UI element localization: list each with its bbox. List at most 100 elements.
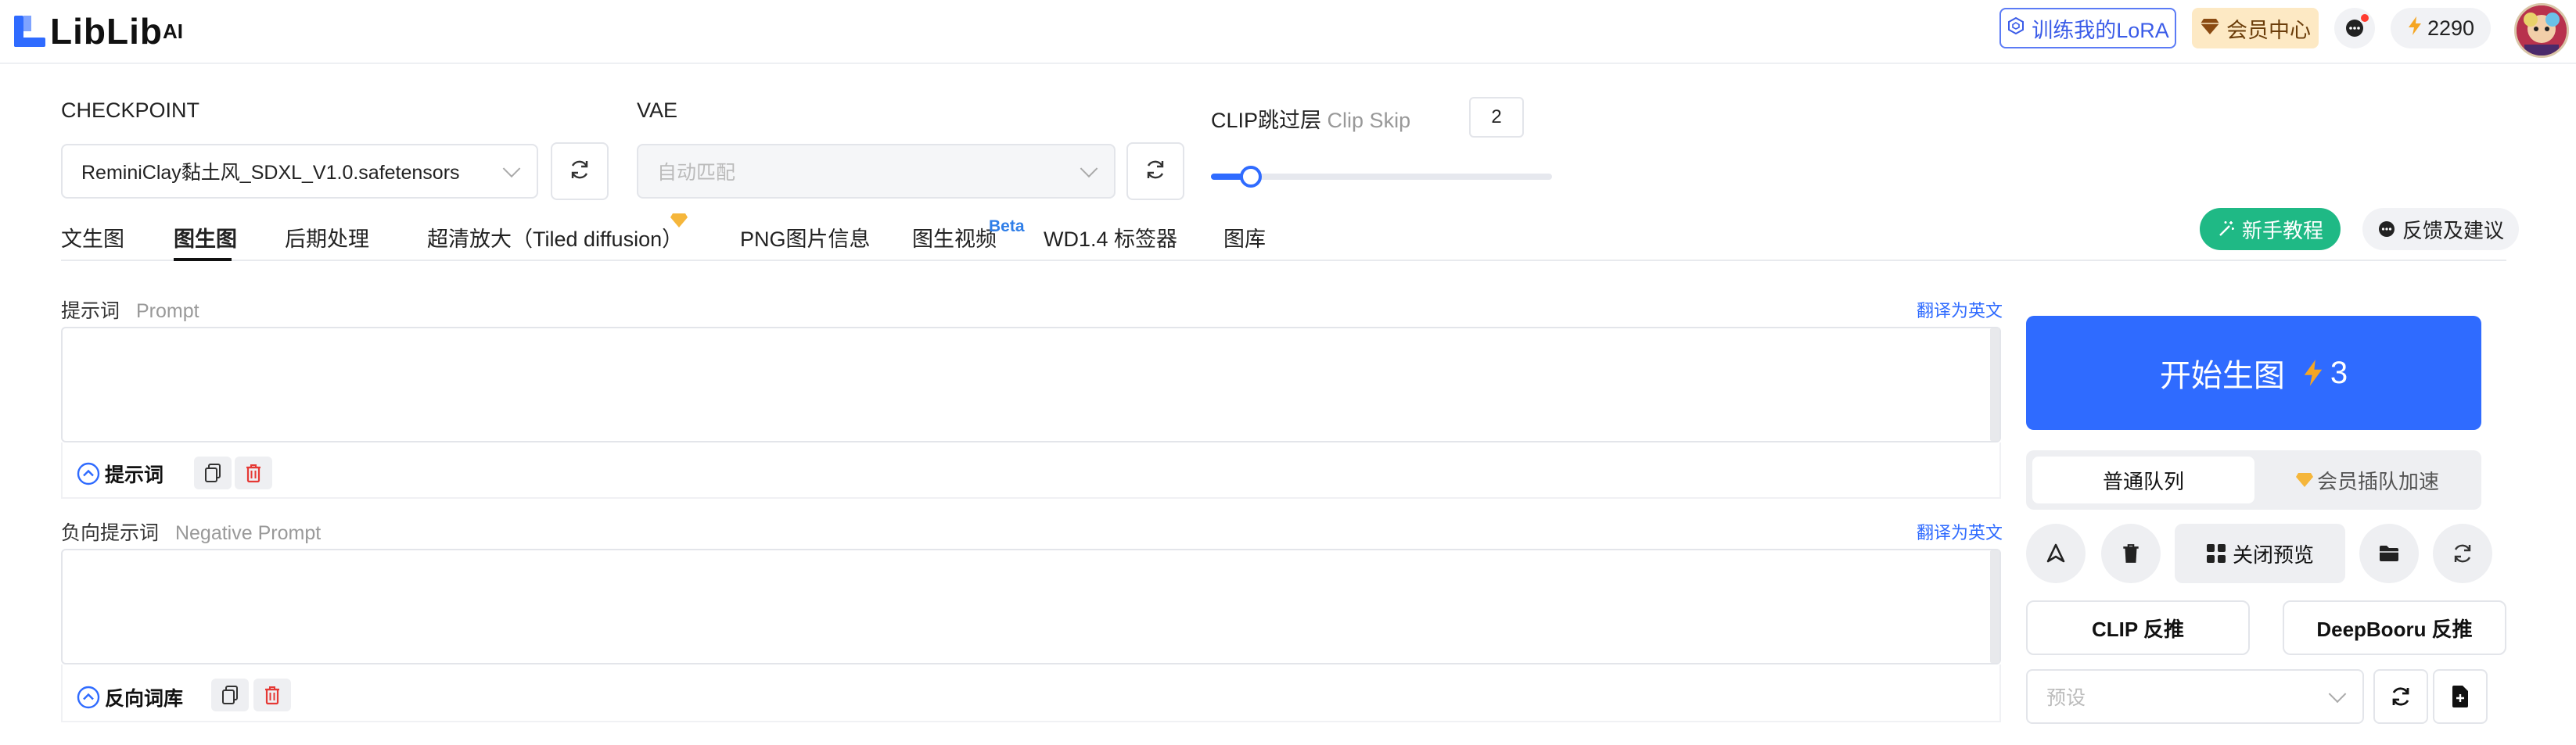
negative-prompt-scrollbar[interactable] <box>1990 550 1999 663</box>
checkpoint-select[interactable]: ReminiClay黏土风_SDXL_V1.0.safetensors <box>61 144 538 199</box>
clear-negative-button[interactable] <box>253 679 291 711</box>
cube-icon <box>2007 16 2025 41</box>
tab-wd14-tagger[interactable]: WD1.4 标签器 <box>1044 222 1177 253</box>
vip-center-label: 会员中心 <box>2226 18 2311 42</box>
tutorial-button[interactable]: 新手教程 <box>2200 208 2341 250</box>
chevron-up-circle-icon <box>77 462 100 485</box>
prompt-label: 提示词 Prompt <box>61 295 199 324</box>
prompt-label-en: Prompt <box>135 300 199 322</box>
prompt-toolbar <box>61 442 2001 499</box>
refresh-preset-button[interactable] <box>2373 669 2428 724</box>
refresh-vae-button[interactable] <box>1126 142 1184 200</box>
refresh-icon <box>2389 685 2413 708</box>
preset-select[interactable]: 预设 <box>2026 669 2364 724</box>
negative-library-toggle[interactable]: 反向词库 <box>77 683 183 711</box>
prompt-toggle[interactable]: 提示词 <box>77 460 163 488</box>
beta-badge: Beta <box>989 217 1025 235</box>
user-avatar[interactable] <box>2514 3 2569 58</box>
normal-queue-option[interactable]: 普通队列 <box>2032 457 2254 503</box>
tab-postprocess[interactable]: 后期处理 <box>285 222 369 253</box>
chat-bubble-icon <box>2377 220 2396 238</box>
close-preview-label: 关闭预览 <box>2232 543 2314 567</box>
folder-icon <box>2378 544 2400 563</box>
grid-icon <box>2206 543 2226 564</box>
clip-skip-input[interactable]: 2 <box>1469 97 1524 138</box>
tab-img2video[interactable]: 图生视频 <box>912 222 997 253</box>
negative-prompt-label-cn: 负向提示词 <box>61 522 160 544</box>
trash-icon <box>2121 543 2141 564</box>
tab-gallery[interactable]: 图库 <box>1223 222 1266 253</box>
checkpoint-value: ReminiClay黏土风_SDXL_V1.0.safetensors <box>81 162 460 184</box>
reload-button[interactable] <box>2433 524 2492 583</box>
logo[interactable]: LibLib AI <box>13 8 183 55</box>
prompt-toggle-label: 提示词 <box>105 464 164 486</box>
chevron-down-icon <box>2328 685 2347 704</box>
clip-skip-label: CLIP跳过层 Clip Skip <box>1211 103 1410 134</box>
credits-value: 2290 <box>2427 16 2475 40</box>
messages-button[interactable] <box>2334 8 2375 48</box>
vae-value: 自动匹配 <box>657 162 736 184</box>
lightning-icon <box>2407 16 2423 41</box>
vip-center-button[interactable]: 会员中心 <box>2192 8 2319 48</box>
clip-skip-label-en: Clip Skip <box>1327 109 1411 132</box>
refresh-icon <box>2451 542 2474 565</box>
vae-select[interactable]: 自动匹配 <box>637 144 1116 199</box>
copy-icon <box>203 463 222 483</box>
clear-prompt-button[interactable] <box>235 457 272 489</box>
feedback-label: 反馈及建议 <box>2402 218 2504 242</box>
chat-bubble-icon <box>2344 14 2369 39</box>
tab-png-info[interactable]: PNG图片信息 <box>740 222 871 253</box>
trash-icon <box>244 463 263 483</box>
checkpoint-label: CHECKPOINT <box>61 98 200 122</box>
clip-skip-slider-track[interactable] <box>1211 166 1552 188</box>
copy-negative-button[interactable] <box>211 679 249 711</box>
clip-interrogate-button[interactable]: CLIP 反推 <box>2026 600 2250 655</box>
close-preview-button[interactable]: 关闭预览 <box>2175 524 2345 583</box>
delete-button[interactable] <box>2101 524 2161 583</box>
negative-prompt-toolbar <box>61 664 2001 722</box>
refresh-icon <box>1144 158 1167 185</box>
lightning-icon <box>2302 358 2324 388</box>
tab-img2img[interactable]: 图生图 <box>174 222 237 253</box>
prompt-label-cn: 提示词 <box>61 300 120 322</box>
copy-icon <box>221 685 239 705</box>
translate-prompt-link[interactable]: 翻译为英文 <box>1917 297 2003 322</box>
prompt-input[interactable] <box>61 327 2001 442</box>
tab-divider <box>61 260 2506 261</box>
trash-icon <box>263 685 282 705</box>
clip-skip-slider-thumb[interactable] <box>1240 166 1263 188</box>
logo-superscript: AI <box>162 19 183 43</box>
file-add-icon <box>2450 685 2470 708</box>
negative-prompt-input[interactable] <box>61 549 2001 664</box>
deepbooru-interrogate-button[interactable]: DeepBooru 反推 <box>2283 600 2506 655</box>
negative-library-label: 反向词库 <box>105 688 184 710</box>
tutorial-label: 新手教程 <box>2241 218 2323 242</box>
folder-button[interactable] <box>2359 524 2419 583</box>
tab-tiled-diffusion[interactable]: 超清放大（Tiled diffusion） <box>427 222 683 253</box>
active-tab-indicator <box>174 258 232 261</box>
generate-button[interactable]: 开始生图 3 <box>2026 316 2481 430</box>
chevron-down-icon <box>1080 159 1098 178</box>
vip-diamond-icon <box>2295 472 2314 488</box>
generate-cost: 3 <box>2330 355 2348 390</box>
credits-badge[interactable]: 2290 <box>2391 8 2491 48</box>
clip-skip-label-cn: CLIP跳过层 <box>1211 109 1322 132</box>
send-button[interactable] <box>2026 524 2086 583</box>
translate-negative-link[interactable]: 翻译为英文 <box>1917 519 2003 544</box>
chevron-up-circle-icon <box>77 686 100 709</box>
prompt-scrollbar[interactable] <box>1990 328 1999 441</box>
negative-prompt-label: 负向提示词 Negative Prompt <box>61 518 321 546</box>
train-lora-button[interactable]: 训练我的LoRA <box>1999 8 2176 48</box>
send-arrow-icon <box>2044 542 2068 565</box>
refresh-checkpoint-button[interactable] <box>551 142 609 200</box>
add-preset-button[interactable] <box>2433 669 2488 724</box>
vip-queue-label: 会员插队加速 <box>2316 469 2439 493</box>
feedback-button[interactable]: 反馈及建议 <box>2362 208 2519 250</box>
tab-txt2img[interactable]: 文生图 <box>61 222 124 253</box>
top-bar <box>0 0 2576 64</box>
copy-prompt-button[interactable] <box>194 457 232 489</box>
train-lora-label: 训练我的LoRA <box>2032 18 2169 42</box>
vip-queue-option[interactable]: 会员插队加速 <box>2256 457 2478 503</box>
diamond-icon <box>2200 16 2220 41</box>
preset-placeholder: 预设 <box>2046 687 2086 709</box>
